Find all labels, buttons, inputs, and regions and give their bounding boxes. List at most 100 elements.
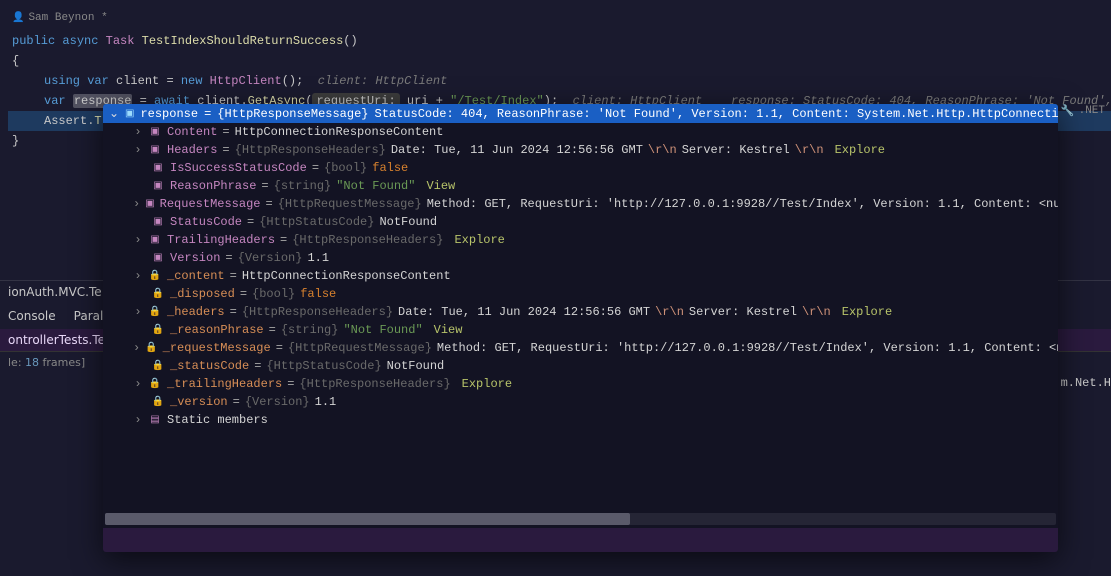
property-value-part: Method: GET, RequestUri: 'http://127.0.0… <box>437 341 1058 355</box>
property-value-part: Server: Kestrel <box>689 305 797 319</box>
property-row-_requestMessage[interactable]: › 🔒 _requestMessage = {HttpRequestMessage}… <box>103 339 1058 357</box>
lock-icon: 🔒 <box>151 323 165 337</box>
equals-sign: = <box>276 341 283 355</box>
property-row-_version[interactable]: 🔒_version = {Version} 1.1 <box>103 393 1058 411</box>
property-row-Version[interactable]: ▣Version = {Version} 1.1 <box>103 249 1058 267</box>
chevron-right-icon[interactable]: › <box>133 197 140 211</box>
dotnet-badge[interactable]: .NET <box>1079 105 1105 117</box>
property-icon: ▣ <box>151 161 165 175</box>
property-value-part: NotFound <box>387 359 445 373</box>
equals-sign: = <box>240 287 247 301</box>
chevron-down-icon[interactable]: ⌄ <box>109 106 119 121</box>
static-icon: ▤ <box>148 413 162 427</box>
property-icon: ▣ <box>151 179 165 193</box>
property-name: TrailingHeaders <box>167 233 275 247</box>
property-row-RequestMessage[interactable]: ›▣RequestMessage = {HttpRequestMessage} … <box>103 195 1058 213</box>
explore-action-link[interactable]: Explore <box>462 377 512 391</box>
property-row-Headers[interactable]: ›▣Headers = {HttpResponseHeaders} Date: … <box>103 141 1058 159</box>
view-action-link[interactable]: View <box>426 179 455 193</box>
explore-action-link[interactable]: Explore <box>835 143 885 157</box>
property-row-_content[interactable]: ›🔒_content = HttpConnectionResponseConte… <box>103 267 1058 285</box>
property-value-part: {HttpResponseHeaders} <box>235 143 386 157</box>
property-icon: ▣ <box>148 233 162 247</box>
property-value-part: Date: Tue, 11 Jun 2024 12:56:56 GMT <box>391 143 643 157</box>
property-value-part: {Version} <box>238 251 303 265</box>
property-value-part: "Not Found" <box>343 323 422 337</box>
property-value-part: \r\n <box>648 143 677 157</box>
equals-sign: = <box>312 161 319 175</box>
property-name: Static members <box>167 413 268 427</box>
chevron-right-icon[interactable]: › <box>133 377 143 391</box>
property-value-part: 1.1 <box>315 395 337 409</box>
code-lens-author[interactable]: 👤Sam Beynon * <box>8 8 1111 29</box>
property-name: Content <box>167 125 217 139</box>
code-line-client[interactable]: using var client = new HttpClient(); cli… <box>8 71 1111 91</box>
equals-sign: = <box>233 395 240 409</box>
property-icon: ▣ <box>145 197 154 211</box>
panel-tab-parallel[interactable]: Paral <box>74 309 104 323</box>
property-value-part: {HttpResponseHeaders} <box>299 377 450 391</box>
lock-icon: 🔒 <box>145 341 157 355</box>
peek-text: m.Net.H <box>1061 376 1111 390</box>
property-value-part: NotFound <box>379 215 437 229</box>
chevron-right-icon[interactable]: › <box>133 341 140 355</box>
property-name: _reasonPhrase <box>170 323 264 337</box>
view-action-link[interactable]: View <box>434 323 463 337</box>
lock-icon: 🔒 <box>148 377 162 391</box>
author-name: Sam Beynon * <box>28 12 107 24</box>
horizontal-scrollbar[interactable] <box>105 513 1056 525</box>
chevron-right-icon[interactable]: › <box>133 413 143 427</box>
property-name: _version <box>170 395 228 409</box>
chevron-right-icon[interactable]: › <box>133 125 143 139</box>
explore-action-link[interactable]: Explore <box>842 305 892 319</box>
equals-sign: = <box>280 233 287 247</box>
debugger-variable-popup[interactable]: ⌄ ▣ response = {HttpResponseMessage} Sta… <box>103 104 1058 552</box>
equals-sign: = <box>247 215 254 229</box>
popup-type: {HttpResponseMessage} <box>217 107 368 121</box>
property-name: _headers <box>167 305 225 319</box>
equals-sign: = <box>261 179 268 193</box>
property-value-part: HttpConnectionResponseContent <box>242 269 451 283</box>
property-row-StatusCode[interactable]: ▣StatusCode = {HttpStatusCode} NotFound <box>103 213 1058 231</box>
property-row-_disposed[interactable]: 🔒_disposed = {bool} false <box>103 285 1058 303</box>
explore-action-link[interactable]: Explore <box>454 233 504 247</box>
property-value-part: Method: GET, RequestUri: 'http://127.0.0… <box>427 197 1058 211</box>
property-name: _statusCode <box>170 359 249 373</box>
code-line-signature[interactable]: public async Task TestIndexShouldReturnS… <box>8 31 1111 51</box>
equals-sign: = <box>269 323 276 337</box>
property-value-part: \r\n <box>655 305 684 319</box>
property-row-_headers[interactable]: ›🔒_headers = {HttpResponseHeaders} Date:… <box>103 303 1058 321</box>
property-row-Content[interactable]: ›▣Content = HttpConnectionResponseConten… <box>103 123 1058 141</box>
chevron-right-icon[interactable]: › <box>133 233 143 247</box>
build-icon[interactable]: 🔧 <box>1061 104 1075 118</box>
property-value-part: Date: Tue, 11 Jun 2024 12:56:56 GMT <box>398 305 650 319</box>
popup-header-row[interactable]: ⌄ ▣ response = {HttpResponseMessage} Sta… <box>103 104 1058 123</box>
property-row-Static members[interactable]: › ▤ Static members <box>103 411 1058 429</box>
property-name: RequestMessage <box>160 197 261 211</box>
equals-sign: = <box>222 125 229 139</box>
property-name: StatusCode <box>170 215 242 229</box>
equals-sign: = <box>287 377 294 391</box>
property-row-_statusCode[interactable]: 🔒_statusCode = {HttpStatusCode} NotFound <box>103 357 1058 375</box>
property-icon: ▣ <box>148 125 162 139</box>
equals-sign: = <box>265 197 272 211</box>
property-row-IsSuccessStatusCode[interactable]: ▣IsSuccessStatusCode = {bool} false <box>103 159 1058 177</box>
property-icon: ▣ <box>151 251 165 265</box>
chevron-right-icon[interactable]: › <box>133 269 143 283</box>
property-value-part: {HttpRequestMessage} <box>288 341 432 355</box>
property-row-TrailingHeaders[interactable]: ›▣TrailingHeaders = {HttpResponseHeaders… <box>103 231 1058 249</box>
chevron-right-icon[interactable]: › <box>133 143 143 157</box>
property-value-part: false <box>372 161 408 175</box>
property-row-ReasonPhrase[interactable]: ▣ReasonPhrase = {string} "Not Found"View <box>103 177 1058 195</box>
property-row-_trailingHeaders[interactable]: ›🔒_trailingHeaders = {HttpResponseHeader… <box>103 375 1058 393</box>
code-line-brace-open[interactable]: { <box>8 51 1111 71</box>
property-row-_reasonPhrase[interactable]: 🔒_reasonPhrase = {string} "Not Found"Vie… <box>103 321 1058 339</box>
scrollbar-thumb[interactable] <box>105 513 630 525</box>
property-icon: ▣ <box>148 143 162 157</box>
property-name: _requestMessage <box>163 341 271 355</box>
panel-tab-console[interactable]: Console <box>8 309 56 323</box>
property-value-part: {HttpStatusCode} <box>266 359 381 373</box>
popup-property-list: › ▣ Content = HttpConnectionResponseConten… <box>103 123 1058 429</box>
popup-details: StatusCode: 404, ReasonPhrase: 'Not Foun… <box>375 107 1059 121</box>
chevron-right-icon[interactable]: › <box>133 305 143 319</box>
